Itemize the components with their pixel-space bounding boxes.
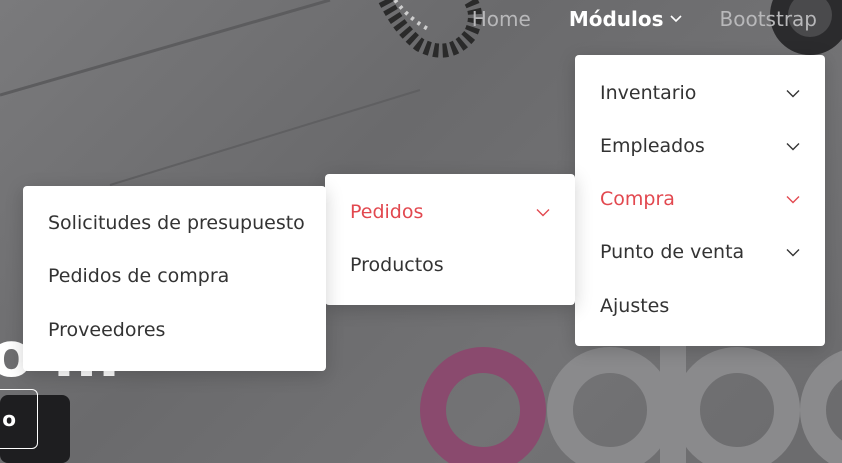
menu-item-pedidos-de-compra[interactable]: Pedidos de compra bbox=[48, 265, 301, 287]
menu-item-label: Inventario bbox=[600, 82, 697, 104]
menu-item-solicitudes-de-presupuesto[interactable]: Solicitudes de presupuesto bbox=[48, 212, 305, 234]
modulos-dropdown-menu: Inventario Empleados Compra Punto de ven… bbox=[575, 55, 825, 346]
menu-item-label: Pedidos bbox=[350, 201, 424, 223]
menu-item-compra[interactable]: Compra bbox=[600, 188, 800, 210]
nav-item-home[interactable]: Home bbox=[472, 7, 531, 31]
menu-item-productos[interactable]: Productos bbox=[350, 254, 550, 276]
nav-item-modulos[interactable]: Módulos bbox=[569, 7, 682, 31]
menu-item-label: Compra bbox=[600, 188, 675, 210]
menu-item-ajustes[interactable]: Ajustes bbox=[600, 295, 800, 317]
menu-item-label: Solicitudes de presupuesto bbox=[48, 212, 305, 234]
pedidos-submenu: Solicitudes de presupuesto Pedidos de co… bbox=[23, 186, 326, 371]
nav-item-label: Módulos bbox=[568, 7, 664, 31]
hero-cta-label: o bbox=[2, 407, 16, 431]
top-navigation: Home Módulos Bootstrap bbox=[434, 0, 842, 38]
nav-item-label: Home bbox=[471, 7, 531, 31]
menu-item-label: Proveedores bbox=[48, 319, 166, 341]
chevron-down-icon bbox=[786, 195, 800, 203]
menu-item-empleados[interactable]: Empleados bbox=[600, 135, 800, 157]
menu-item-pedidos[interactable]: Pedidos bbox=[350, 201, 550, 223]
menu-item-inventario[interactable]: Inventario bbox=[600, 82, 800, 104]
chevron-down-icon bbox=[786, 142, 800, 150]
compra-submenu: Pedidos Productos bbox=[325, 174, 575, 305]
menu-item-proveedores[interactable]: Proveedores bbox=[48, 319, 301, 341]
menu-item-label: Punto de venta bbox=[600, 241, 745, 263]
nav-item-label: Bootstrap bbox=[719, 7, 817, 31]
chevron-down-icon bbox=[786, 89, 800, 97]
menu-item-label: Productos bbox=[350, 254, 444, 276]
chevron-down-icon bbox=[669, 15, 682, 23]
nav-item-bootstrap[interactable]: Bootstrap bbox=[720, 7, 817, 31]
menu-item-label: Ajustes bbox=[600, 295, 670, 317]
odoo-logo-decoration bbox=[420, 340, 842, 463]
hero-cta-button[interactable]: o bbox=[0, 389, 38, 449]
menu-item-label: Pedidos de compra bbox=[48, 265, 230, 287]
menu-item-label: Empleados bbox=[600, 135, 705, 157]
menu-item-punto-de-venta[interactable]: Punto de venta bbox=[600, 241, 800, 263]
chevron-down-icon bbox=[536, 208, 550, 216]
chevron-down-icon bbox=[786, 248, 800, 256]
